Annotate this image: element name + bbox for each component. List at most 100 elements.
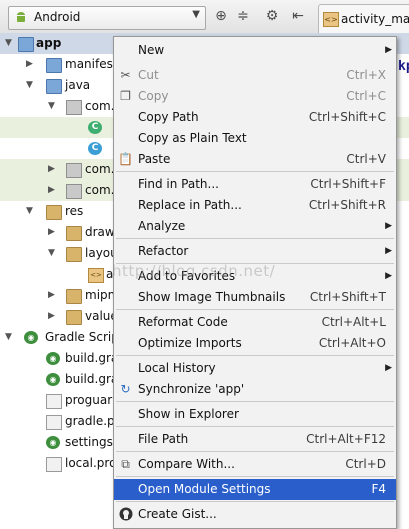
- xml-file-icon: <>: [323, 12, 339, 27]
- menu-separator: [116, 171, 394, 172]
- folder-icon: [46, 79, 62, 94]
- text-file-icon: [46, 394, 62, 409]
- project-view-label: Android: [34, 10, 81, 24]
- chevron-down-icon: ▼: [192, 9, 200, 20]
- menu-item-optimize-imports[interactable]: Optimize Imports Ctrl+Alt+O: [114, 333, 396, 354]
- menu-item-create-gist[interactable]: Create Gist...: [114, 504, 396, 525]
- menu-item-copy-path[interactable]: Copy Path Ctrl+Shift+C: [114, 107, 396, 128]
- menu-item-label: File Path: [138, 432, 189, 446]
- submenu-arrow-icon: ▶: [385, 271, 392, 281]
- menu-item-copy-as-plain-text[interactable]: Copy as Plain Text: [114, 128, 396, 149]
- properties-file-icon: [46, 415, 62, 430]
- menu-item-shortcut: Ctrl+Alt+O: [318, 336, 386, 350]
- res-folder-icon: [46, 205, 62, 220]
- android-icon: [14, 10, 28, 27]
- project-view-dropdown[interactable]: Android ▼: [8, 6, 206, 30]
- chevron-right-icon: ▶: [26, 59, 33, 69]
- menu-item-shortcut: Ctrl+Shift+F: [310, 177, 386, 191]
- menu-item-shortcut: Ctrl+X: [346, 68, 386, 82]
- scroll-from-source-icon[interactable]: ⊕: [211, 6, 231, 26]
- xml-file-icon: <>: [88, 268, 104, 283]
- tree-item-label: manifest: [65, 57, 118, 71]
- menu-item-open-module-settings[interactable]: Open Module Settings F4: [114, 479, 396, 500]
- class-icon: C: [88, 121, 102, 134]
- menu-item-shortcut: Ctrl+V: [346, 152, 386, 166]
- folder-icon: [66, 289, 82, 304]
- menu-item-synchronize[interactable]: ↻ Synchronize 'app': [114, 379, 396, 400]
- chevron-right-icon: ▶: [48, 227, 55, 237]
- menu-item-label: Refactor: [138, 244, 189, 258]
- menu-item-add-to-favorites[interactable]: Add to Favorites ▶: [114, 266, 396, 287]
- copy-icon: ❐: [120, 89, 131, 103]
- menu-separator: [116, 426, 394, 427]
- gradle-file-icon: ◉: [46, 352, 60, 365]
- chevron-down-icon: ▼: [48, 101, 55, 111]
- hide-panel-icon[interactable]: ⇤: [288, 6, 308, 26]
- menu-item-local-history[interactable]: Local History ▶: [114, 358, 396, 379]
- menu-item-shortcut: Ctrl+Alt+F12: [306, 432, 386, 446]
- menu-item-label: Compare With...: [138, 457, 235, 471]
- github-icon: [118, 507, 133, 522]
- tree-item-label: app: [36, 36, 62, 50]
- menu-item-label: Add to Favorites: [138, 269, 236, 283]
- menu-item-cut[interactable]: ✂ Cut Ctrl+X: [114, 65, 396, 86]
- menu-item-analyze[interactable]: Analyze ▶: [114, 216, 396, 237]
- properties-file-icon: [46, 457, 62, 472]
- menu-item-label: Show in Explorer: [138, 407, 239, 421]
- chevron-down-icon: ▼: [5, 332, 12, 342]
- tree-item-label: Gradle Scrip: [45, 330, 119, 344]
- menu-item-label: New: [138, 43, 165, 57]
- collapse-all-icon[interactable]: ≑: [233, 6, 253, 26]
- menu-item-new[interactable]: New ▶: [114, 40, 396, 61]
- menu-item-compare-with[interactable]: ⧉ Compare With... Ctrl+D: [114, 454, 396, 475]
- package-icon: [66, 100, 82, 115]
- menu-separator: [116, 451, 394, 452]
- menu-item-show-in-explorer[interactable]: Show in Explorer: [114, 404, 396, 425]
- menu-item-copy[interactable]: ❐ Copy Ctrl+C: [114, 86, 396, 107]
- menu-item-label: Open Module Settings: [138, 482, 271, 496]
- submenu-arrow-icon: ▶: [385, 45, 392, 55]
- package-icon: [66, 163, 82, 178]
- menu-item-file-path[interactable]: File Path Ctrl+Alt+F12: [114, 429, 396, 450]
- folder-icon: [46, 58, 62, 73]
- menu-item-find-in-path[interactable]: Find in Path... Ctrl+Shift+F: [114, 174, 396, 195]
- submenu-arrow-icon: ▶: [385, 246, 392, 256]
- menu-item-label: Copy: [138, 89, 169, 103]
- menu-item-reformat-code[interactable]: Reformat Code Ctrl+Alt+L: [114, 312, 396, 333]
- chevron-right-icon: ▶: [48, 311, 55, 321]
- menu-item-show-image-thumbnails[interactable]: Show Image Thumbnails Ctrl+Shift+T: [114, 287, 396, 308]
- chevron-right-icon: ▶: [48, 290, 55, 300]
- tree-item-label: res: [65, 204, 84, 218]
- scissors-icon: ✂: [120, 68, 131, 82]
- tree-item-label: settings.: [65, 435, 117, 449]
- gradle-file-icon: ◉: [46, 436, 60, 449]
- gradle-icon: ◉: [24, 331, 38, 344]
- menu-item-shortcut: Ctrl+D: [345, 457, 386, 471]
- menu-item-label: Reformat Code: [138, 315, 228, 329]
- menu-separator: [116, 476, 394, 477]
- menu-item-label: Copy as Plain Text: [138, 131, 247, 145]
- menu-item-shortcut: Ctrl+Shift+T: [309, 290, 386, 304]
- editor-tab-activity-main[interactable]: <> activity_main: [318, 4, 409, 33]
- package-icon: [66, 184, 82, 199]
- context-menu: New ▶ ✂ Cut Ctrl+X ❐ Copy Ctrl+C Copy Pa…: [113, 36, 397, 529]
- chevron-right-icon: ▶: [48, 185, 55, 195]
- menu-item-label: Cut: [138, 68, 159, 82]
- folder-icon: [66, 247, 82, 262]
- tree-item-label: gradle.p: [65, 414, 115, 428]
- menu-item-label: Analyze: [138, 219, 186, 233]
- tree-item-label: build.gra: [65, 351, 119, 365]
- menu-item-refactor[interactable]: Refactor ▶: [114, 241, 396, 262]
- tree-item-label: com.: [85, 99, 115, 113]
- module-folder-icon: [18, 37, 34, 52]
- menu-item-label: Show Image Thumbnails: [138, 290, 286, 304]
- tree-item-label: proguar: [65, 393, 113, 407]
- gear-icon[interactable]: ⚙: [262, 6, 282, 26]
- menu-item-replace-in-path[interactable]: Replace in Path... Ctrl+Shift+R: [114, 195, 396, 216]
- tree-item-label: build.gra: [65, 372, 119, 386]
- chevron-down-icon: ▼: [5, 38, 12, 48]
- menu-item-paste[interactable]: 📋 Paste Ctrl+V: [114, 149, 396, 170]
- menu-separator: [116, 401, 394, 402]
- menu-separator: [116, 355, 394, 356]
- chevron-down-icon: ▼: [26, 80, 33, 90]
